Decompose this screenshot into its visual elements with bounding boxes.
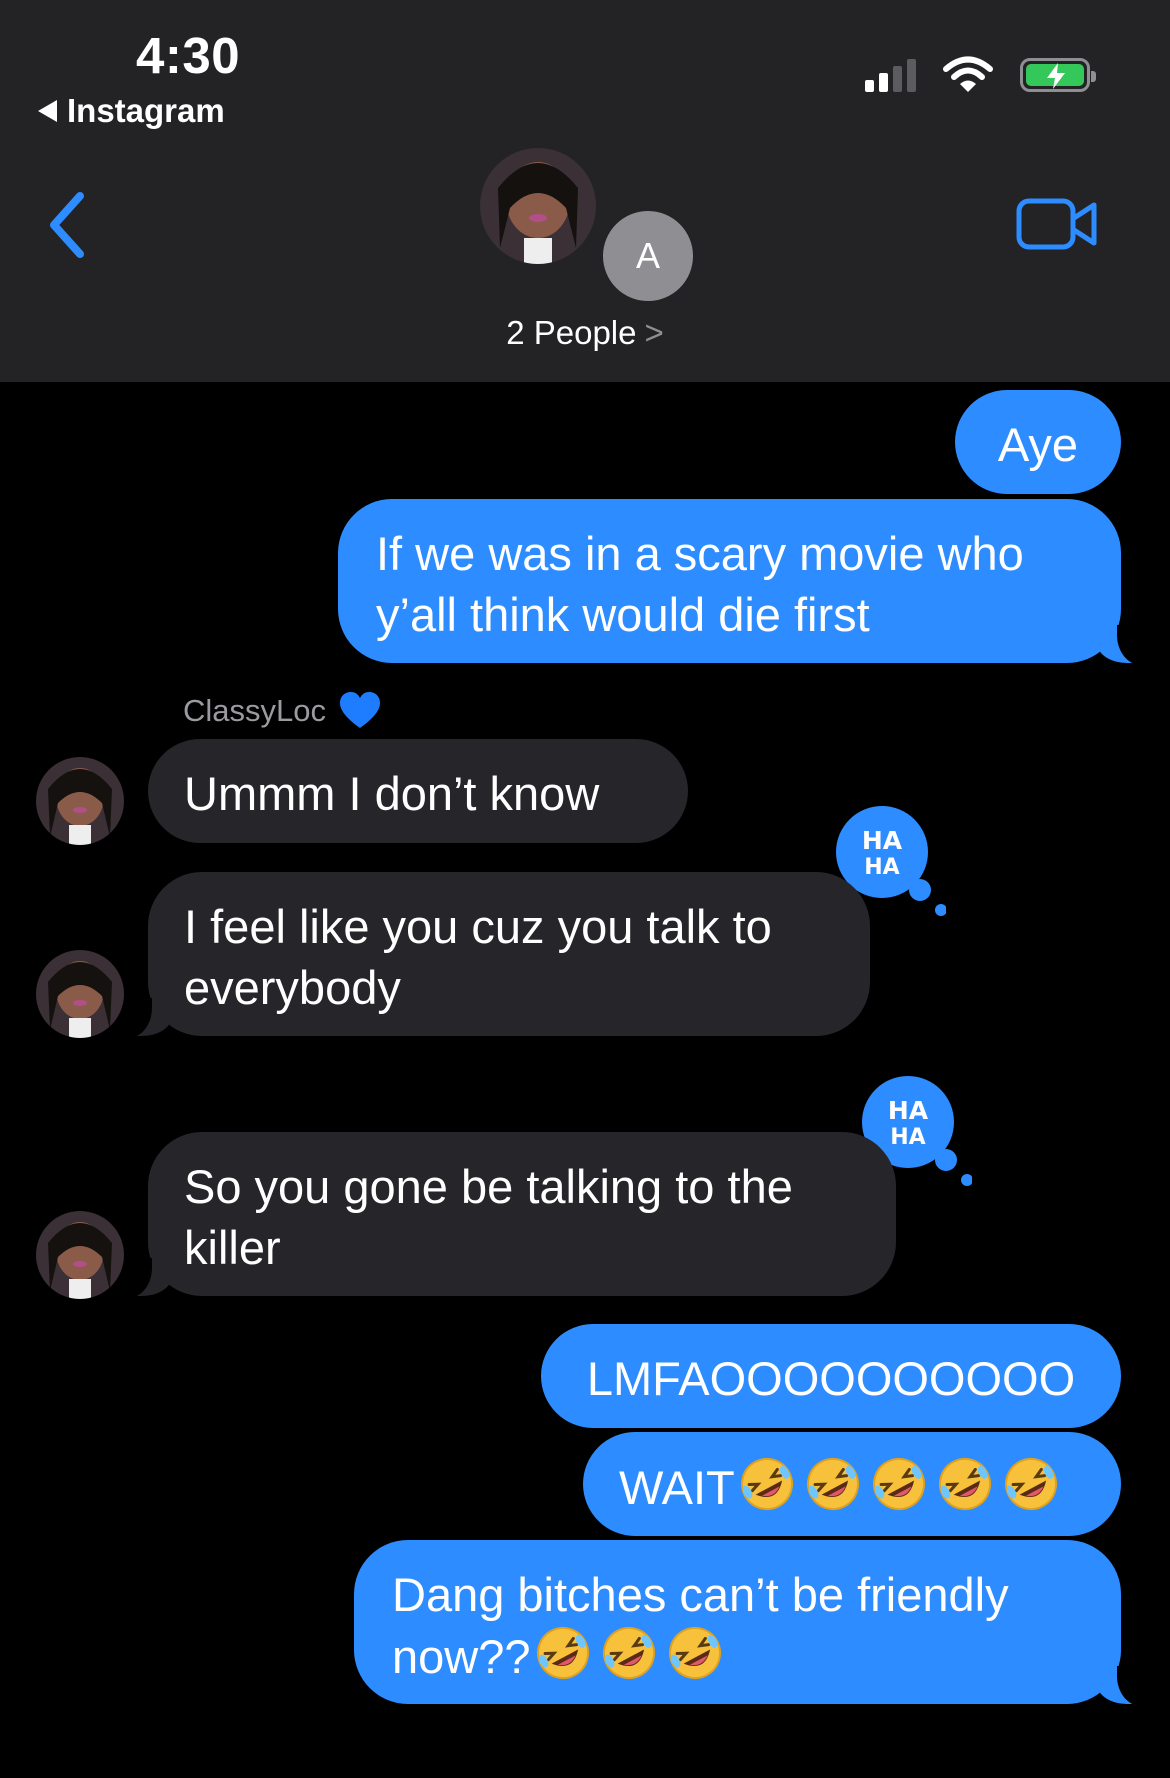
sent-message[interactable]: LMFAOOOOOOOOOO — [541, 1324, 1121, 1428]
conversation-header: 4:30 Instagram A 2 People > — [0, 0, 1170, 382]
svg-text:HA: HA — [864, 855, 899, 880]
video-call-icon[interactable] — [1016, 196, 1098, 252]
chevron-right-icon: > — [644, 314, 664, 351]
rolling-laughing-emoji-icon — [1003, 1456, 1059, 1512]
back-app-label: Instagram — [67, 92, 225, 129]
participants-button[interactable]: 2 People > — [0, 314, 1170, 352]
laughing-emoji-group — [735, 1458, 1059, 1514]
rolling-laughing-emoji-icon — [805, 1456, 861, 1512]
rolling-laughing-emoji-icon — [601, 1625, 657, 1681]
back-triangle-icon — [38, 100, 57, 122]
bubble-tail — [126, 1258, 172, 1298]
svg-text:HA: HA — [888, 1096, 929, 1125]
member-avatar-initial[interactable]: A — [600, 208, 696, 304]
group-avatar-photo[interactable] — [480, 148, 596, 264]
rolling-laughing-emoji-icon — [937, 1456, 993, 1512]
wifi-icon — [943, 56, 993, 92]
rolling-laughing-emoji-icon — [739, 1456, 795, 1512]
sender-avatar[interactable] — [36, 1211, 124, 1299]
back-chevron-icon[interactable] — [44, 190, 90, 260]
rolling-laughing-emoji-icon — [667, 1625, 723, 1681]
sent-message[interactable]: Aye — [955, 390, 1121, 494]
cellular-signal-icon — [865, 58, 916, 92]
received-message[interactable]: I feel like you cuz you talk to everybod… — [126, 872, 870, 1038]
sender-avatar[interactable] — [36, 950, 124, 1038]
sent-message[interactable]: Dang bitches can’t be friendly now?? — [354, 1540, 1143, 1706]
sent-message[interactable]: WAIT — [583, 1432, 1121, 1536]
rolling-laughing-emoji-icon — [535, 1625, 591, 1681]
svg-text:HA: HA — [890, 1125, 925, 1150]
blue-heart-icon — [340, 692, 380, 728]
bubble-tail — [1097, 625, 1143, 665]
bubble-tail — [126, 998, 172, 1038]
laughing-emoji-group — [531, 1627, 723, 1683]
svg-text:HA: HA — [862, 826, 903, 855]
rolling-laughing-emoji-icon — [871, 1456, 927, 1512]
battery-charging-icon — [1020, 58, 1096, 92]
sender-avatar[interactable] — [36, 757, 124, 845]
back-to-app-link[interactable]: Instagram — [38, 92, 225, 130]
received-message[interactable]: So you gone be talking to the killer — [126, 1132, 896, 1298]
participants-label: 2 People — [506, 314, 637, 351]
received-message[interactable]: Ummm I don’t know — [148, 739, 688, 843]
status-time: 4:30 — [136, 27, 241, 84]
sent-message[interactable]: If we was in a scary movie who y’all thi… — [338, 499, 1143, 665]
status-icons — [865, 56, 1096, 94]
bubble-tail — [1097, 1666, 1143, 1706]
sender-name: ClassyLoc — [183, 692, 380, 730]
